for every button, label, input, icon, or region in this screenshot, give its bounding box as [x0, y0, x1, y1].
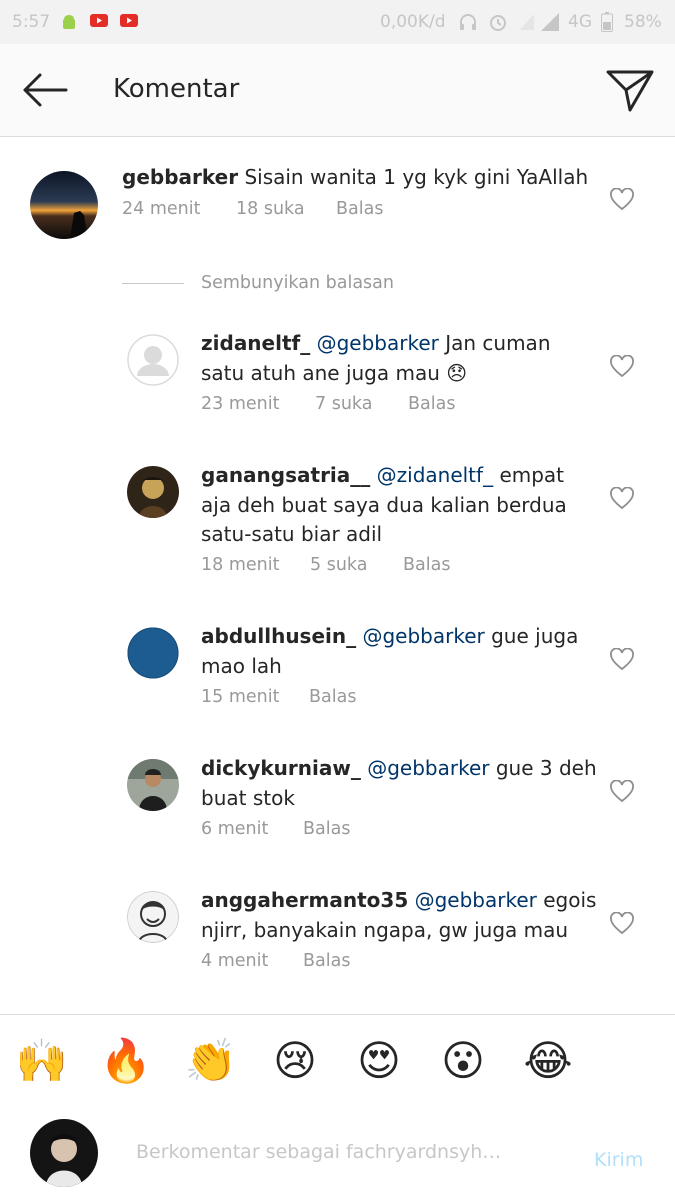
status-time: 5:57 — [12, 12, 51, 32]
reply-mention[interactable]: @gebbarker — [367, 756, 489, 780]
reply-time: 23 menit — [201, 394, 280, 414]
reply-username[interactable]: ganangsatria__ — [201, 463, 370, 487]
reply-body-line1: gue juga — [491, 624, 579, 648]
reply-body-line2: aja deh buat saya dua kalian berdua — [201, 492, 567, 517]
avatar[interactable] — [127, 759, 179, 811]
reply-mention[interactable]: @gebbarker — [317, 331, 439, 355]
reply-username[interactable]: abdullhusein_ — [201, 624, 356, 648]
heart-icon[interactable] — [609, 912, 635, 936]
reply-body-line1: gue 3 deh — [495, 756, 597, 780]
divider — [122, 283, 184, 284]
raising-hands-emoji-button[interactable]: 🙌 — [12, 1035, 72, 1087]
comment-meta: 24 menit 18 suka Balas — [122, 199, 422, 223]
reply-body-line1: egois — [543, 888, 597, 912]
heart-icon[interactable] — [609, 487, 635, 511]
reply-likes[interactable]: 7 suka — [315, 394, 372, 414]
reply-text: zidaneltf_ @gebbarker Jan cuman satu atu… — [201, 329, 601, 388]
reply-mention[interactable]: @gebbarker — [362, 624, 484, 648]
reply-body-line1: Jan cuman — [445, 331, 551, 355]
clapping-emoji-button[interactable]: 👏 — [181, 1035, 241, 1087]
status-bar: 5:57 0,00K/d 4G 58% — [0, 0, 675, 44]
reply-button[interactable]: Balas — [403, 555, 450, 575]
reply-mention[interactable]: @zidaneltf_ — [377, 463, 493, 487]
network-type: 4G — [568, 12, 592, 32]
reply-username[interactable]: dickykurniaw_ — [201, 756, 361, 780]
avatar[interactable] — [30, 1119, 98, 1187]
reply-body-line2: mao lah — [201, 653, 282, 678]
heart-icon[interactable] — [609, 780, 635, 804]
reply-body-line2: njirr, banyakain ngapa, gw juga mau — [201, 917, 569, 942]
laughing-emoji-button[interactable]: 😂 — [518, 1035, 578, 1087]
comment-body: Sisain wanita 1 yg kyk gini YaAllah — [244, 165, 589, 189]
reply-time: 6 menit — [201, 819, 269, 839]
reply-username[interactable]: anggahermanto35 — [201, 888, 408, 912]
reply-likes[interactable]: 5 suka — [310, 555, 367, 575]
heart-icon[interactable] — [609, 188, 635, 212]
alarm-icon — [490, 15, 506, 31]
battery-icon — [601, 12, 613, 32]
reply-button[interactable]: Balas — [309, 687, 356, 707]
youtube-icon — [120, 14, 138, 27]
reply-text: abdullhusein_ @gebbarker gue juga mao la… — [201, 622, 601, 681]
headphones-icon — [460, 14, 476, 30]
reply-body-line2: satu atuh ane juga mau — [201, 360, 440, 385]
crying-emoji-button[interactable]: 😢 — [265, 1035, 325, 1087]
heart-icon[interactable] — [609, 355, 635, 379]
app-header: Komentar — [0, 44, 675, 137]
reply-meta: 6 menit Balas — [201, 819, 501, 843]
reply-time: 15 menit — [201, 687, 280, 707]
signal-icon — [541, 13, 559, 31]
page-title: Komentar — [113, 74, 240, 104]
comment-input[interactable]: Berkomentar sebagai fachryardnsyh… — [136, 1141, 501, 1163]
reply-body-line2: buat stok — [201, 785, 295, 810]
signal-weak-icon — [520, 14, 534, 30]
heart-eyes-emoji-button[interactable]: 😍 — [349, 1035, 409, 1087]
comment-username[interactable]: gebbarker — [122, 165, 238, 189]
disappointed-emoji: 😞 — [446, 360, 468, 385]
comment-composer: Berkomentar sebagai fachryardnsyh… Kirim — [0, 1107, 675, 1200]
reply-text: anggahermanto35 @gebbarker egois njirr, … — [201, 886, 601, 945]
surprised-emoji-button[interactable]: 😮 — [433, 1035, 493, 1087]
comment-text: gebbarker Sisain wanita 1 yg kyk gini Ya… — [122, 163, 592, 193]
comment-time: 24 menit — [122, 199, 201, 219]
avatar[interactable] — [127, 891, 179, 943]
avatar[interactable] — [127, 627, 179, 679]
avatar[interactable] — [30, 171, 98, 239]
reply-mention[interactable]: @gebbarker — [415, 888, 537, 912]
reply-button[interactable]: Balas — [303, 951, 350, 971]
emoji-quick-bar: 🙌 🔥 👏 😢 😍 😮 😂 — [0, 1014, 675, 1108]
battery-level: 58% — [624, 12, 662, 32]
comment-likes[interactable]: 18 suka — [236, 199, 305, 219]
reply-body-line3: satu-satu biar adil — [201, 522, 383, 546]
direct-send-icon[interactable] — [604, 66, 656, 114]
reply-meta: 18 menit 5 suka Balas — [201, 555, 501, 579]
reply-meta: 15 menit Balas — [201, 687, 501, 711]
reply-username[interactable]: zidaneltf_ — [201, 331, 310, 355]
reply-text: dickykurniaw_ @gebbarker gue 3 deh buat … — [201, 754, 601, 813]
post-comment-button[interactable]: Kirim — [594, 1149, 643, 1171]
reply-meta: 4 menit Balas — [201, 951, 501, 975]
network-speed: 0,00K/d — [380, 12, 446, 32]
reply-time: 18 menit — [201, 555, 280, 575]
heart-icon[interactable] — [609, 648, 635, 672]
fire-emoji-button[interactable]: 🔥 — [96, 1035, 156, 1087]
avatar[interactable] — [127, 466, 179, 518]
reply-button[interactable]: Balas — [303, 819, 350, 839]
reply-button[interactable]: Balas — [336, 199, 383, 219]
android-icon — [63, 15, 75, 29]
reply-button[interactable]: Balas — [408, 394, 455, 414]
reply-text: ganangsatria__ @zidaneltf_ empat aja deh… — [201, 461, 601, 550]
reply-time: 4 menit — [201, 951, 269, 971]
avatar[interactable] — [127, 334, 179, 386]
reply-meta: 23 menit 7 suka Balas — [201, 394, 501, 418]
hide-replies-button[interactable]: Sembunyikan balasan — [201, 273, 394, 293]
back-arrow-icon[interactable] — [20, 70, 70, 110]
reply-body-line1: empat — [499, 463, 565, 487]
youtube-icon — [90, 14, 108, 27]
